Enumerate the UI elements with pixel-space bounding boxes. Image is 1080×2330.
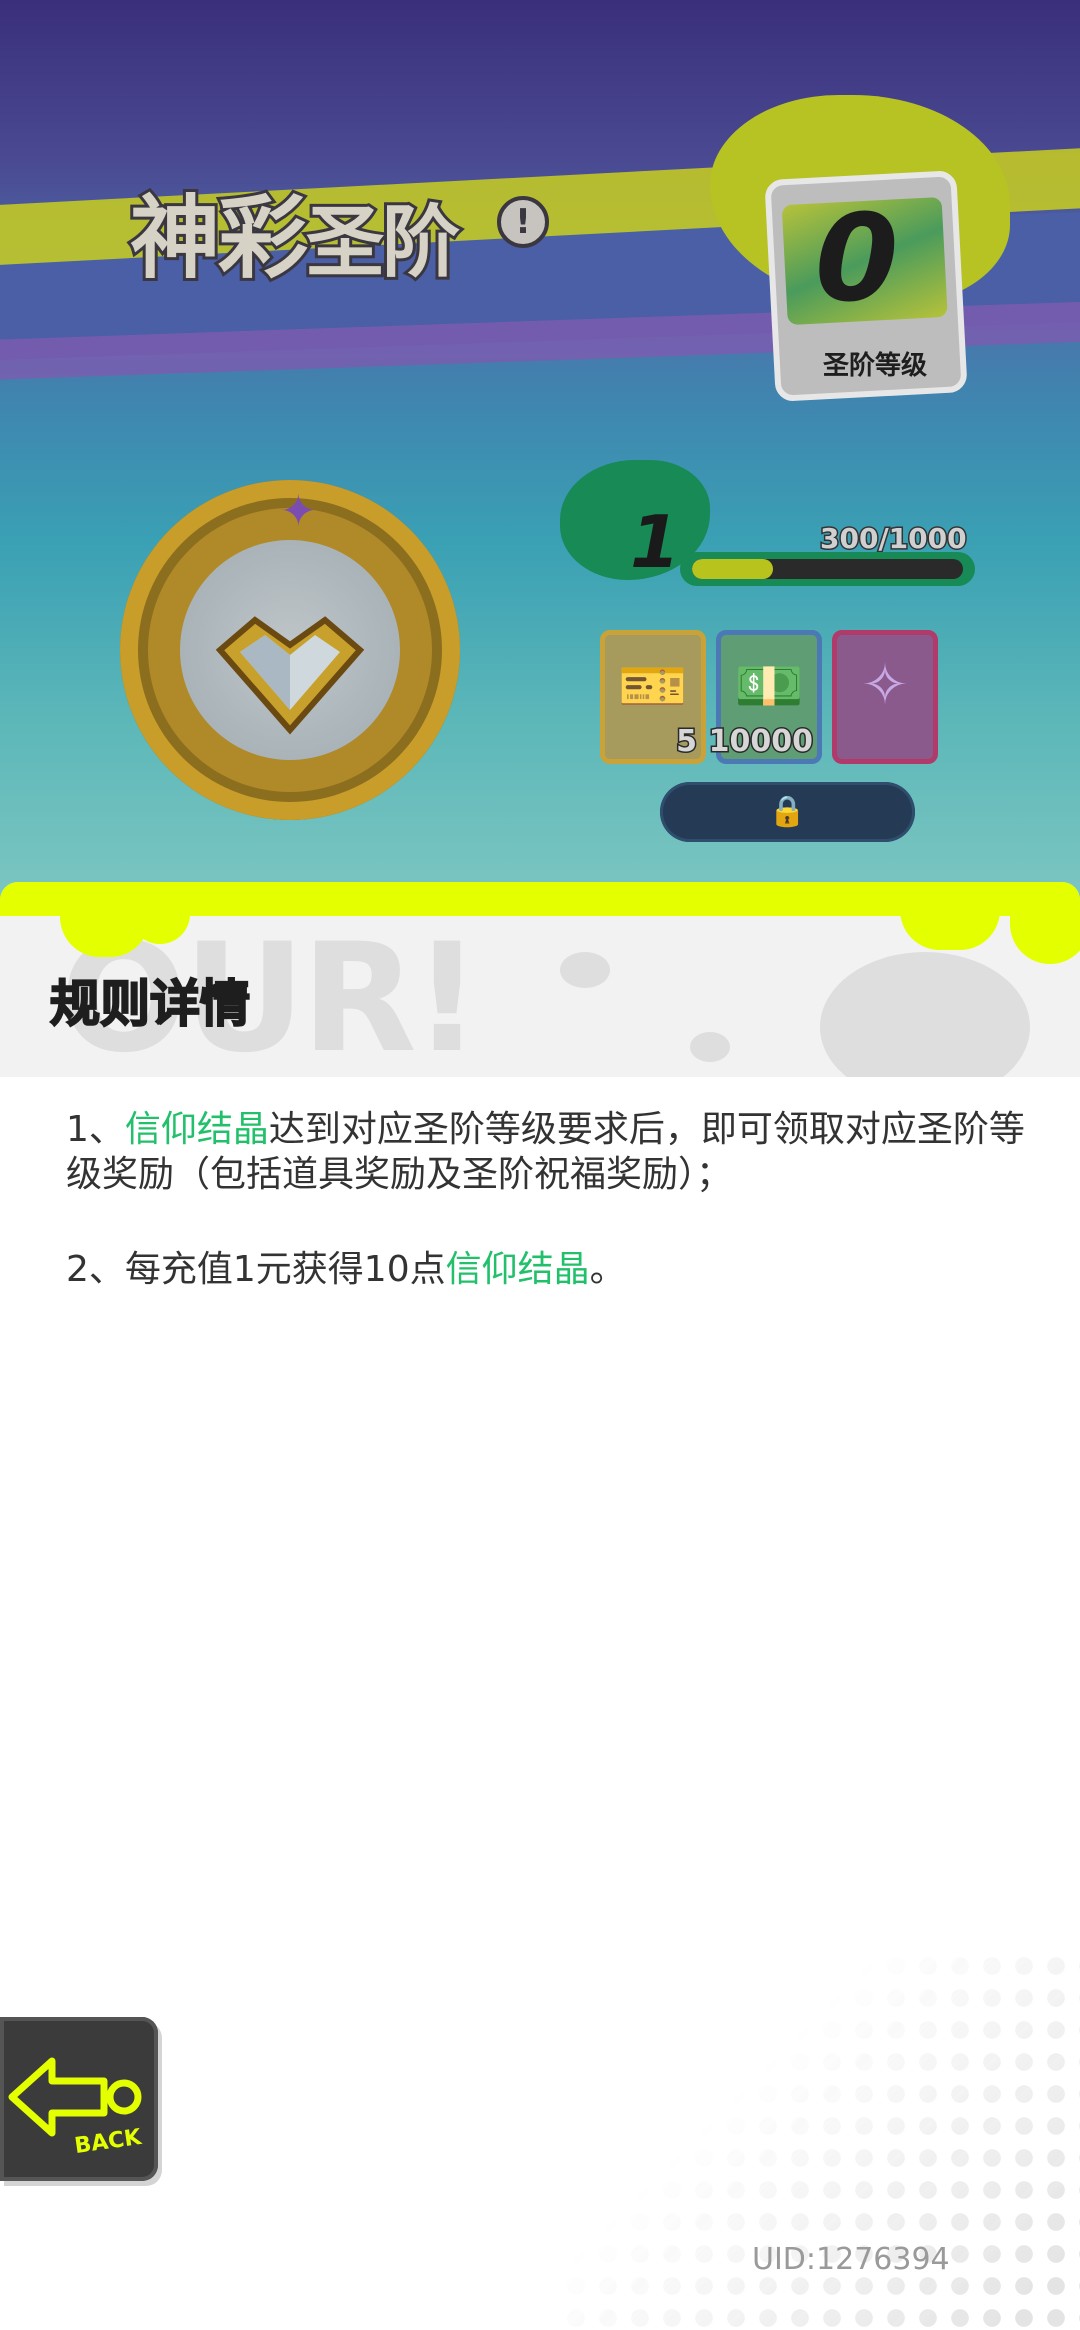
back-button[interactable]: BACK xyxy=(0,2017,158,2181)
reward-list: 🎫 5 💵 10000 ✧ xyxy=(600,630,938,764)
rank-card: 0 圣阶等级 xyxy=(710,95,1010,405)
highlight-term: 信仰结晶 xyxy=(124,1109,269,1150)
exclamation-icon[interactable]: ! xyxy=(497,196,549,248)
rules-list: 1、信仰结晶达到对应圣阶等级要求后，即可领取对应圣阶等级奖励（包括道具奖励及圣阶… xyxy=(66,1107,1046,1342)
rank-label: 圣阶等级 xyxy=(822,351,927,381)
medal-emblem: ✦ xyxy=(120,480,460,820)
reward-item[interactable]: ✧ xyxy=(832,630,938,764)
panel-title: 规则详情 xyxy=(49,974,251,1034)
heart-gem-icon xyxy=(215,616,365,735)
rules-panel-body: 1、信仰结晶达到对应圣阶等级要求后，即可领取对应圣阶等级奖励（包括道具奖励及圣阶… xyxy=(0,1077,1080,2330)
page-title: 神彩圣阶 xyxy=(127,183,463,294)
progress-fill xyxy=(692,559,774,579)
rules-panel-header: OUR! 规则详情 xyxy=(0,882,1080,1077)
back-arrow-icon: BACK xyxy=(8,2057,144,2159)
progress-text: 300/1000 xyxy=(819,521,969,557)
highlight-term: 信仰结晶 xyxy=(445,1249,590,1290)
cash-icon: 💵 xyxy=(734,654,804,719)
reward-count: 10000 xyxy=(707,723,814,761)
rank-level: 0 xyxy=(815,190,899,329)
back-label: BACK xyxy=(73,2125,144,2159)
reward-count: 5 xyxy=(675,723,699,761)
badge-icon: ✧ xyxy=(861,653,909,718)
lock-icon: 🔒 xyxy=(768,794,807,829)
progress-level: 1 xyxy=(630,500,681,584)
uid-label: UID:1276394 xyxy=(752,2242,950,2277)
background-screen: 神彩圣阶 ! 0 圣阶等级 ✦ 1 300/1000 🎫 5 💵 10000 ✧… xyxy=(0,0,1080,900)
sparkle-icon: ✦ xyxy=(280,486,317,537)
reward-item[interactable]: 🎫 5 xyxy=(600,630,706,764)
rule-item: 2、每充值1元获得10点信仰结晶。 xyxy=(66,1249,626,1290)
progress-bar xyxy=(680,552,975,586)
reward-item[interactable]: 💵 10000 xyxy=(707,630,822,764)
ticket-icon: 🎫 xyxy=(618,654,688,719)
rule-item: 1、信仰结晶达到对应圣阶等级要求后，即可领取对应圣阶等级奖励（包括道具奖励及圣阶… xyxy=(66,1109,1025,1195)
claim-button[interactable]: 🔒 xyxy=(660,782,915,842)
